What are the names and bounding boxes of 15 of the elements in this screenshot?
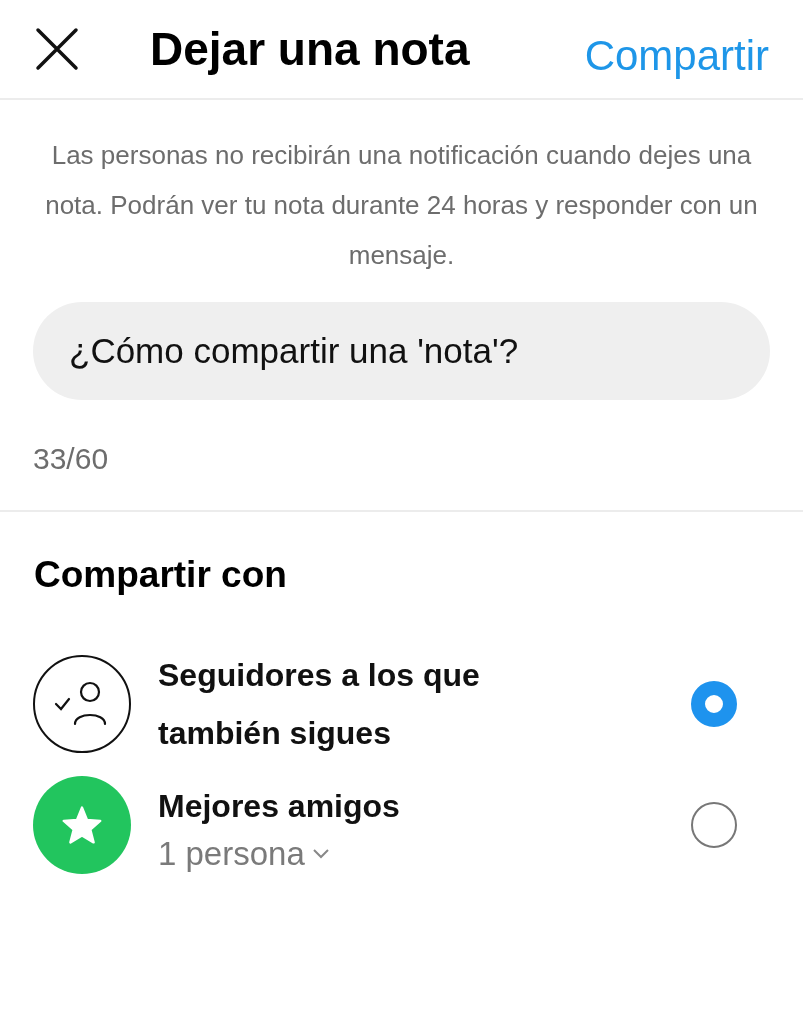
note-input-field[interactable]: ¿Cómo compartir una 'nota'? xyxy=(33,302,770,400)
option-title: Seguidores a los que también sigues xyxy=(158,656,481,753)
close-icon xyxy=(34,26,80,72)
star-icon xyxy=(62,806,102,844)
chevron-down-icon xyxy=(312,849,329,859)
screen-title: Dejar una nota xyxy=(150,22,471,76)
radio-button[interactable] xyxy=(691,802,737,848)
people-count-dropdown[interactable]: 1 persona xyxy=(158,835,329,873)
character-counter: 33/60 xyxy=(33,442,110,476)
option-title: Mejores amigos xyxy=(158,787,401,826)
close-button[interactable] xyxy=(34,26,80,72)
notice-text: Las personas no recibirán una notificación cuando dejes una nota. Podrán ver tu nota durante 24 horas y responder con un mensaje. xyxy=(44,139,759,272)
radio-button[interactable] xyxy=(691,681,737,727)
share-button[interactable]: Compartir xyxy=(584,32,769,80)
section-heading: Compartir con xyxy=(34,554,288,596)
